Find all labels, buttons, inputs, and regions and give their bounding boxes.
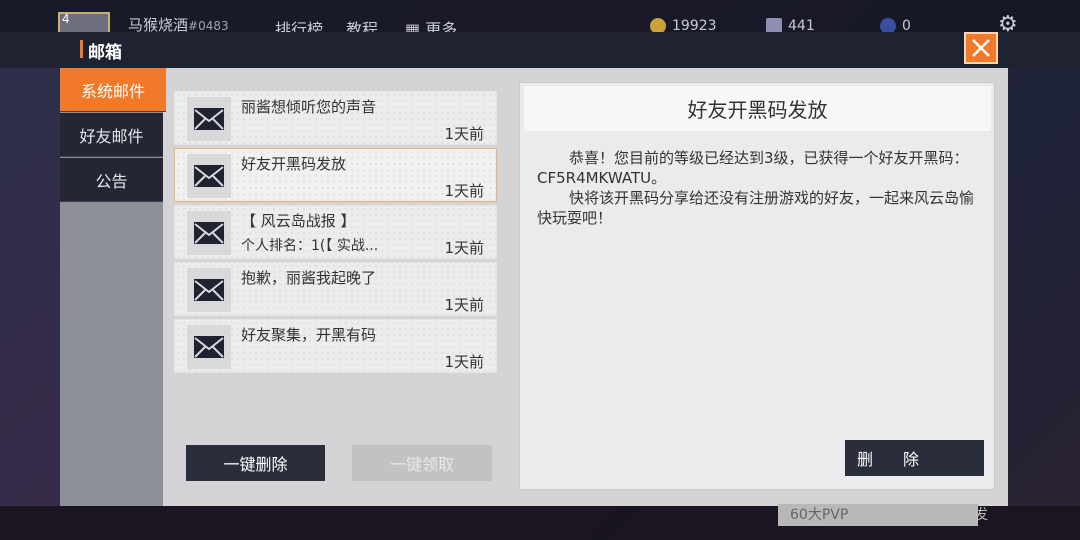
mail-item[interactable]: 【 风云岛战报 】 个人排名：1(【 实战... 1天前 xyxy=(174,205,497,259)
player-level: 4 xyxy=(62,12,70,26)
mail-detail-body: 恭喜！您目前的等级已经达到3级，已获得一个好友开黑码：CF5R4MKWATU。 … xyxy=(537,148,977,228)
mail-subject: 好友聚集，开黑有码 xyxy=(241,326,377,344)
mail-time: 1天前 xyxy=(444,182,484,200)
envelope-icon xyxy=(187,97,231,141)
close-button[interactable] xyxy=(964,32,998,64)
mail-window-header xyxy=(0,32,1080,68)
mail-window-title: 邮箱 xyxy=(88,43,122,63)
envelope-icon xyxy=(187,268,231,312)
tab-announcement[interactable]: 公告 xyxy=(60,158,163,202)
background-top-bar: 4 马猴烧酒#0483 排行榜 教程 ▦ 更多 19923 441 0 ⚙ xyxy=(0,0,1080,39)
mail-detail-title: 好友开黑码发放 xyxy=(524,86,991,131)
mail-subject: 抱歉，丽酱我起晚了 xyxy=(241,269,377,287)
close-icon xyxy=(972,39,990,57)
mail-item-selected[interactable]: 好友开黑码发放 1天前 xyxy=(174,148,497,202)
mail-item[interactable]: 抱歉，丽酱我起晚了 1天前 xyxy=(174,262,497,316)
tab-system-mail[interactable]: 系统邮件 xyxy=(60,68,166,112)
mail-detail-paragraph: 快将该开黑码分享给还没有注册游戏的好友，一起来风云岛愉快玩耍吧！ xyxy=(537,189,975,227)
player-id: #0483 xyxy=(188,19,229,33)
tab-friend-mail[interactable]: 好友邮件 xyxy=(60,113,163,157)
pvp-mode-label: 60大PVP xyxy=(778,504,978,526)
start-label: 出发 xyxy=(960,507,988,523)
title-accent-bar xyxy=(80,40,83,58)
envelope-icon xyxy=(187,211,231,255)
mail-time: 1天前 xyxy=(444,239,484,257)
mail-item[interactable]: 好友聚集，开黑有码 1天前 xyxy=(174,319,497,373)
mail-subject: 【 风云岛战报 】 xyxy=(241,212,356,230)
envelope-icon xyxy=(187,154,231,198)
delete-all-button[interactable]: 一键删除 xyxy=(186,445,325,481)
mail-detail-pane xyxy=(519,82,995,490)
mail-subject: 好友开黑码发放 xyxy=(241,155,347,173)
mail-time: 1天前 xyxy=(444,125,484,143)
mail-item[interactable]: 丽酱想倾听您的声音 1天前 xyxy=(174,91,497,145)
mail-subject: 丽酱想倾听您的声音 xyxy=(241,98,377,116)
mail-preview: 个人排名：1(【 实战... xyxy=(241,238,379,254)
mail-detail-paragraph: 恭喜！您目前的等级已经达到3级，已获得一个好友开黑码：CF5R4MKWATU。 xyxy=(537,149,969,187)
envelope-icon xyxy=(187,325,231,369)
mail-time: 1天前 xyxy=(444,296,484,314)
mail-time: 1天前 xyxy=(444,353,484,371)
claim-all-button[interactable]: 一键领取 xyxy=(352,445,492,481)
delete-button[interactable]: 删除 xyxy=(845,440,984,476)
